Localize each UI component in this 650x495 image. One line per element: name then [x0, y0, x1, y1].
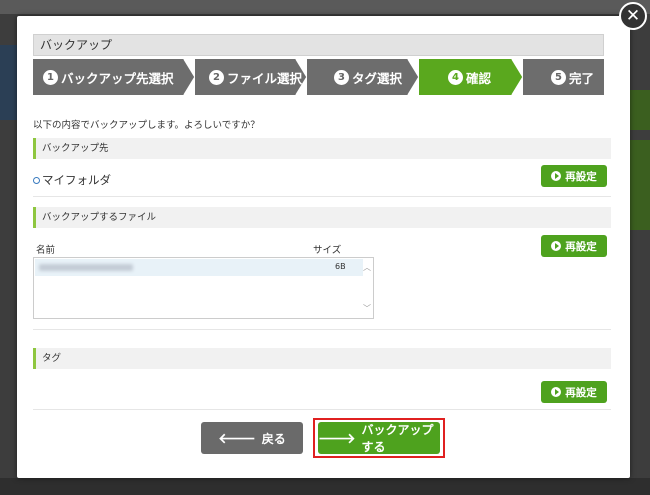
- reset-button-label: 再設定: [565, 240, 597, 253]
- step-number: 5: [551, 69, 566, 85]
- step-number: 1: [43, 69, 58, 85]
- back-button[interactable]: 🡐 戻る: [201, 422, 303, 454]
- arrow-left-icon: 🡐: [218, 430, 256, 447]
- tags-reset-button[interactable]: 再設定: [541, 381, 607, 403]
- table-row[interactable]: 6B: [35, 259, 363, 276]
- destination-section-header: バックアップ先: [33, 138, 611, 159]
- step-label: 確認: [466, 70, 492, 86]
- background-block: [630, 140, 650, 230]
- files-section-header: バックアップするファイル: [33, 207, 611, 228]
- arrow-right-icon: 🡒: [318, 430, 356, 447]
- step-number: 2: [209, 69, 224, 85]
- play-circle-icon: [551, 387, 562, 397]
- step-1: 1 バックアップ先選択: [33, 59, 195, 95]
- background-strip: [0, 0, 650, 14]
- tags-section-header: タグ: [33, 348, 611, 369]
- confirmation-message: 以下の内容でバックアップします。よろしいですか？: [33, 120, 260, 131]
- dialog-title: バックアップ: [33, 34, 604, 56]
- file-list[interactable]: 6B ︿ ﹀: [33, 257, 374, 319]
- step-label: ファイル選択: [227, 70, 303, 86]
- scroll-up-icon[interactable]: ︿: [363, 262, 371, 273]
- divider: [33, 196, 611, 197]
- reset-button-label: 再設定: [565, 170, 597, 183]
- folder-name: マイフォルダ: [42, 173, 111, 187]
- backup-button-label: バックアップする: [361, 423, 434, 454]
- step-label: 完了: [569, 70, 595, 86]
- scroll-down-icon[interactable]: ﹀: [363, 303, 371, 314]
- step-3: 3 タグ選択: [307, 59, 419, 95]
- step-label: バックアップ先選択: [61, 70, 174, 86]
- files-reset-button[interactable]: 再設定: [541, 235, 607, 257]
- step-label: タグ選択: [352, 70, 403, 86]
- background-strip: [0, 478, 650, 495]
- destination-folder: マイフォルダ: [33, 172, 111, 188]
- background-block: [0, 45, 18, 120]
- destination-reset-button[interactable]: 再設定: [541, 165, 607, 187]
- step-number: 4: [448, 69, 463, 85]
- step-indicator: 1 バックアップ先選択 2 ファイル選択 3 タグ選択 4 確認 5 完了: [33, 59, 604, 95]
- file-size: 6B: [335, 262, 346, 271]
- play-circle-icon: [551, 171, 562, 181]
- background-block: [630, 90, 650, 130]
- divider: [33, 409, 611, 410]
- column-header-size: サイズ: [313, 245, 342, 256]
- backup-button[interactable]: 🡒 バックアップする: [318, 422, 440, 454]
- column-header-name: 名前: [36, 245, 56, 256]
- divider: [33, 329, 611, 330]
- step-number: 3: [334, 69, 349, 85]
- folder-bullet-icon: [33, 176, 40, 184]
- step-4: 4 確認: [419, 59, 523, 95]
- back-button-label: 戻る: [261, 431, 286, 446]
- close-icon[interactable]: ✕: [619, 2, 647, 30]
- play-circle-icon: [551, 241, 562, 251]
- step-2: 2 ファイル選択: [195, 59, 307, 95]
- backup-dialog: バックアップ 1 バックアップ先選択 2 ファイル選択 3 タグ選択 4 確認 …: [17, 16, 630, 478]
- step-5: 5 完了: [523, 59, 604, 95]
- file-name-redacted: [39, 264, 133, 271]
- reset-button-label: 再設定: [565, 386, 597, 399]
